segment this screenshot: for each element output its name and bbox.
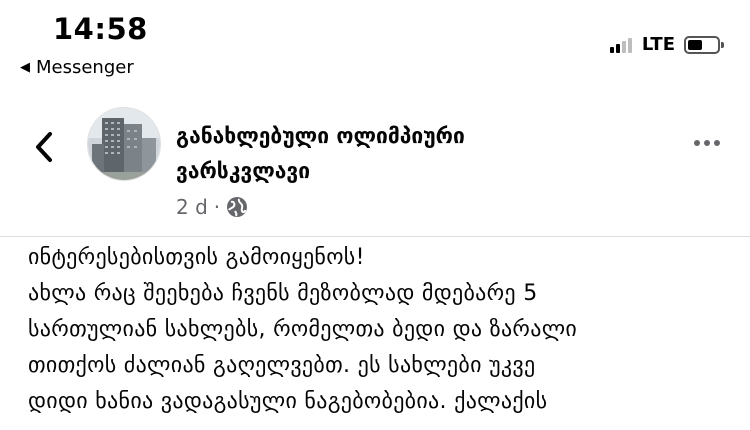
signal-strength-icon bbox=[609, 37, 634, 53]
more-options-button[interactable] bbox=[690, 140, 720, 146]
back-app-label: Messenger bbox=[36, 57, 134, 78]
post-timestamp[interactable]: 2 d bbox=[176, 195, 208, 219]
more-dots-icon bbox=[694, 140, 700, 146]
back-button[interactable] bbox=[30, 127, 58, 167]
status-indicators: LTE bbox=[609, 34, 724, 55]
back-to-messenger-link[interactable]: ◀ Messenger bbox=[20, 57, 134, 78]
network-type: LTE bbox=[641, 34, 675, 55]
divider bbox=[0, 236, 750, 237]
post-header: განახლებული ოლიმპიური ვარსკვლავი 2 d · bbox=[0, 95, 750, 235]
page-title-line: განახლებული ოლიმპიური bbox=[176, 124, 465, 148]
battery-icon bbox=[684, 35, 724, 54]
post-body: ინტერესებისთვის გამოიყენოს! ახლა რაც შეე… bbox=[28, 240, 738, 420]
post-text-line: ინტერესებისთვის გამოიყენოს! bbox=[28, 245, 365, 270]
triangle-left-icon: ◀ bbox=[20, 60, 30, 75]
globe-icon bbox=[227, 197, 248, 217]
post-meta: 2 d · bbox=[176, 195, 248, 219]
page-title-line: ვარსკვლავი bbox=[176, 159, 311, 183]
more-dots-icon-dot bbox=[704, 140, 710, 146]
status-time: 14:58 bbox=[53, 12, 148, 46]
post-text-line: დიდი ხანია ვადაგასული ნაგებობებია. ქალაქ… bbox=[28, 389, 548, 414]
building-avatar-image bbox=[88, 108, 160, 180]
meta-separator: · bbox=[213, 195, 221, 219]
post-text-line: თითქოს ძალიან გაღელვებთ. ეს სახლები უკვე bbox=[28, 353, 536, 378]
page-title[interactable]: განახლებული ოლიმპიური ვარსკვლავი bbox=[176, 119, 646, 189]
more-dots-icon-dot bbox=[714, 140, 720, 146]
post-text-line: სართულიან სახლებს, რომელთა ბედი და ზარალ… bbox=[28, 317, 578, 342]
chevron-left-icon bbox=[36, 132, 52, 162]
page-avatar[interactable] bbox=[87, 107, 161, 181]
status-bar: 14:58 ◀ Messenger LTE bbox=[0, 0, 750, 90]
post-text-line: ახლა რაც შეეხება ჩვენს მეზობლად მდებარე … bbox=[28, 281, 538, 306]
